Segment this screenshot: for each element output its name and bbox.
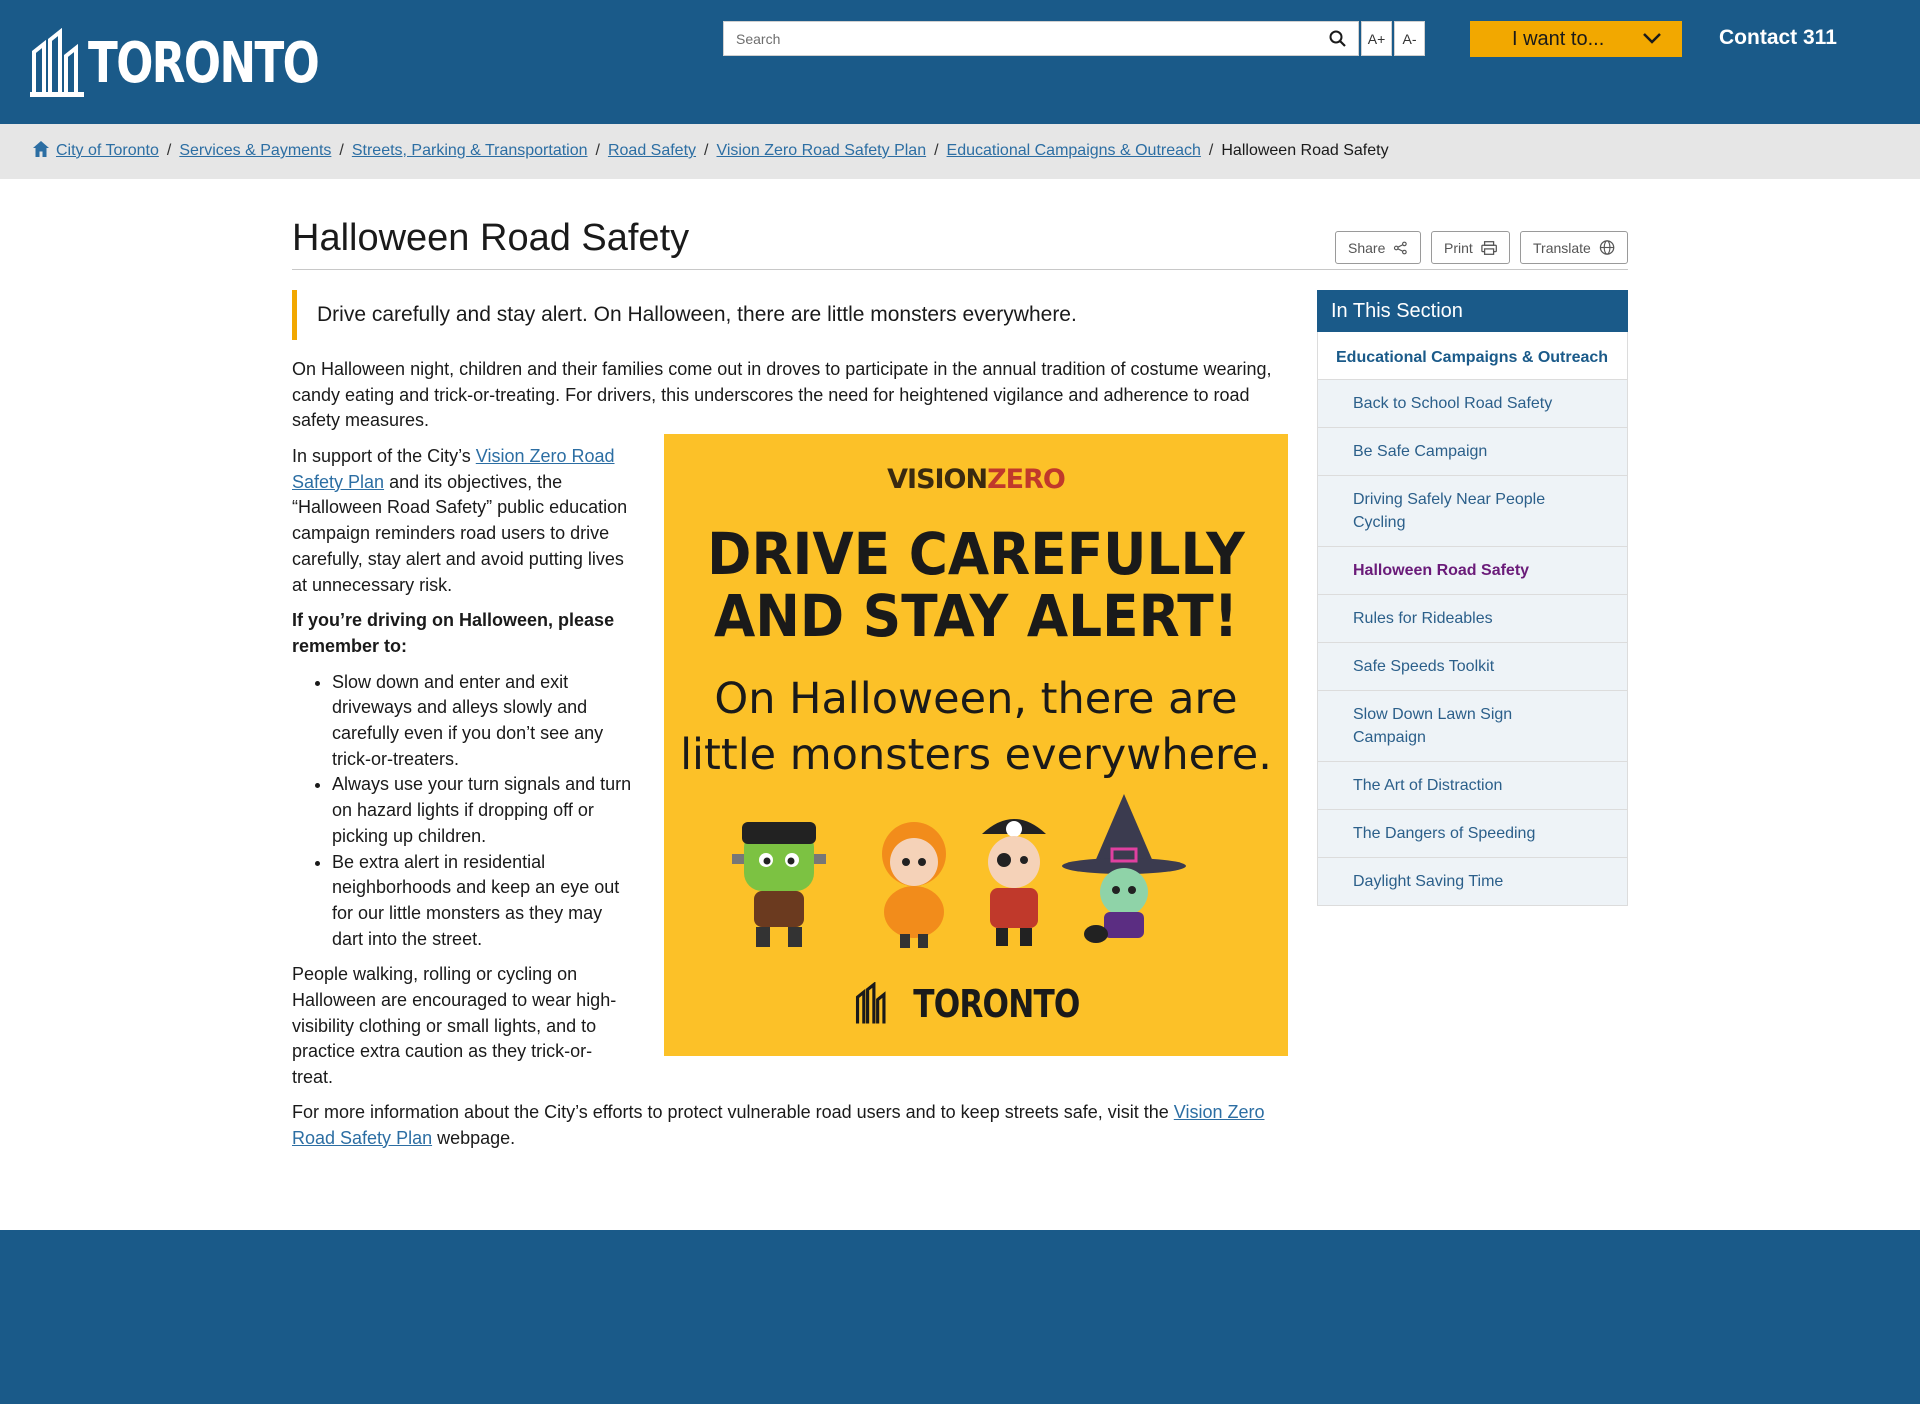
share-icon: [1394, 241, 1408, 254]
print-button[interactable]: Print: [1431, 231, 1510, 264]
sidebar-parent-link[interactable]: Educational Campaigns & Outreach: [1317, 332, 1628, 380]
site-footer: [0, 1230, 1920, 1404]
breadcrumb-separator: /: [166, 142, 172, 159]
sidebar-item[interactable]: Back to School Road Safety: [1317, 380, 1628, 428]
intro-text: On Halloween night, children and their f…: [292, 359, 1272, 431]
translate-label: Translate: [1533, 239, 1591, 256]
people-paragraph: People walking, rolling or cycling on Ha…: [292, 964, 617, 1088]
more-info-paragraph: For more information about the City’s ef…: [292, 1100, 1282, 1151]
sidebar-heading: In This Section: [1317, 290, 1628, 332]
share-label: Share: [1348, 239, 1386, 256]
pirate-costume-icon: [982, 819, 1046, 946]
toronto-logo-footer: TORONTO: [664, 982, 1288, 1026]
breadcrumb-link[interactable]: Services & Payments: [179, 142, 331, 159]
search-icon[interactable]: [1328, 29, 1348, 49]
sidebar-item[interactable]: The Dangers of Speeding: [1317, 810, 1628, 858]
breadcrumb-link[interactable]: City of Toronto: [56, 142, 159, 159]
headline-line: DRIVE CAREFULLY: [707, 520, 1245, 588]
more-info-text: For more information about the City’s ef…: [292, 1100, 1282, 1151]
translate-button[interactable]: Translate: [1520, 231, 1628, 264]
sidebar-item[interactable]: Driving Safely Near People Cycling: [1317, 476, 1628, 547]
sidebar-item[interactable]: Rules for Rideables: [1317, 595, 1628, 643]
sidebar-item[interactable]: Be Safe Campaign: [1317, 428, 1628, 476]
i-want-to-dropdown[interactable]: I want to...: [1470, 21, 1682, 57]
font-decrease-button[interactable]: A-: [1394, 21, 1425, 56]
witch-costume-icon: [1062, 794, 1186, 943]
costumed-kids-illustration: [732, 794, 1186, 948]
globe-icon: [1599, 240, 1615, 255]
chevron-down-icon: [1643, 33, 1661, 44]
sidebar-item[interactable]: Safe Speeds Toolkit: [1317, 643, 1628, 691]
search-input[interactable]: [724, 22, 1296, 55]
breadcrumb-separator: /: [595, 142, 600, 159]
home-icon[interactable]: [32, 140, 50, 158]
left-column: In support of the City’s Vision Zero Roa…: [292, 444, 632, 1091]
vision-zero-logo-a: VISION: [887, 464, 988, 495]
campaign-image: VISIONZERO DRIVE CAREFULLY AND STAY ALER…: [664, 434, 1288, 1056]
printer-icon: [1481, 240, 1497, 255]
driving-heading: If you’re driving on Halloween, please r…: [292, 610, 615, 656]
site-header: TORONTO A+ A- I want to... Contact 311: [0, 0, 1920, 124]
i-want-to-label: I want to...: [1512, 27, 1605, 50]
list-item: Always use your turn signals and turn on…: [332, 772, 632, 849]
toronto-logo[interactable]: TORONTO: [30, 28, 383, 98]
search-box: [723, 21, 1359, 56]
lead-text: Drive carefully and stay alert. On Hallo…: [317, 303, 1077, 326]
lead-callout: Drive carefully and stay alert. On Hallo…: [292, 290, 1282, 340]
in-this-section-sidebar: In This Section Educational Campaigns & …: [1317, 290, 1628, 906]
breadcrumb-separator: /: [704, 142, 709, 159]
vision-zero-logo-b: ZERO: [987, 464, 1066, 495]
breadcrumb-link[interactable]: Vision Zero Road Safety Plan: [716, 142, 926, 159]
subhead-line: little monsters everywhere.: [680, 730, 1272, 780]
sidebar-item[interactable]: Slow Down Lawn Sign Campaign: [1317, 691, 1628, 762]
city-skyline-icon: [30, 28, 84, 97]
contact-311-link[interactable]: Contact 311: [1719, 26, 1837, 50]
breadcrumb-separator: /: [934, 142, 939, 159]
sidebar-item[interactable]: Daylight Saving Time: [1317, 858, 1628, 906]
headline-line: AND STAY ALERT!: [713, 582, 1239, 650]
breadcrumb-separator: /: [339, 142, 344, 159]
driving-tips-list: Slow down and enter and exit driveways a…: [292, 670, 632, 953]
font-increase-button[interactable]: A+: [1361, 21, 1392, 56]
list-item: Slow down and enter and exit driveways a…: [332, 670, 632, 773]
breadcrumb: City of Toronto / Services & Payments / Stre…: [0, 124, 1920, 179]
breadcrumb-items: City of Toronto / Services & Payments / Stre…: [56, 142, 1389, 160]
breadcrumb-link[interactable]: Streets, Parking & Transportation: [352, 142, 588, 159]
sidebar-item-active[interactable]: Halloween Road Safety: [1317, 547, 1628, 595]
breadcrumb-separator: /: [1208, 142, 1214, 159]
campaign-subhead: On Halloween, there are little monsters …: [664, 671, 1288, 783]
title-divider: [292, 269, 1628, 270]
intro-paragraph: On Halloween night, children and their f…: [292, 357, 1282, 434]
pumpkin-costume-icon: [882, 822, 946, 948]
campaign-headline: DRIVE CAREFULLY AND STAY ALERT!: [689, 523, 1263, 647]
subhead-line: On Halloween, there are: [714, 674, 1238, 724]
support-text-pre: In support of the City’s: [292, 446, 476, 466]
toronto-wordmark: TORONTO: [912, 982, 1080, 1026]
page-title: Halloween Road Safety: [292, 217, 690, 259]
support-paragraph: In support of the City’s Vision Zero Roa…: [292, 444, 632, 598]
list-item: Be extra alert in residential neighborho…: [332, 850, 632, 953]
city-skyline-icon: [855, 982, 886, 1024]
share-button[interactable]: Share: [1335, 231, 1421, 264]
sidebar-item[interactable]: The Art of Distraction: [1317, 762, 1628, 810]
breadcrumb-current: Halloween Road Safety: [1221, 142, 1389, 159]
logo-wordmark: TORONTO: [88, 30, 320, 96]
more-info-pre: For more information about the City’s ef…: [292, 1102, 1174, 1122]
vision-zero-logo: VISIONZERO: [664, 464, 1288, 495]
breadcrumb-link[interactable]: Road Safety: [608, 142, 696, 159]
print-label: Print: [1444, 239, 1473, 256]
breadcrumb-link[interactable]: Educational Campaigns & Outreach: [947, 142, 1201, 159]
frankenstein-icon: [732, 822, 826, 947]
more-info-post: webpage.: [432, 1127, 516, 1148]
